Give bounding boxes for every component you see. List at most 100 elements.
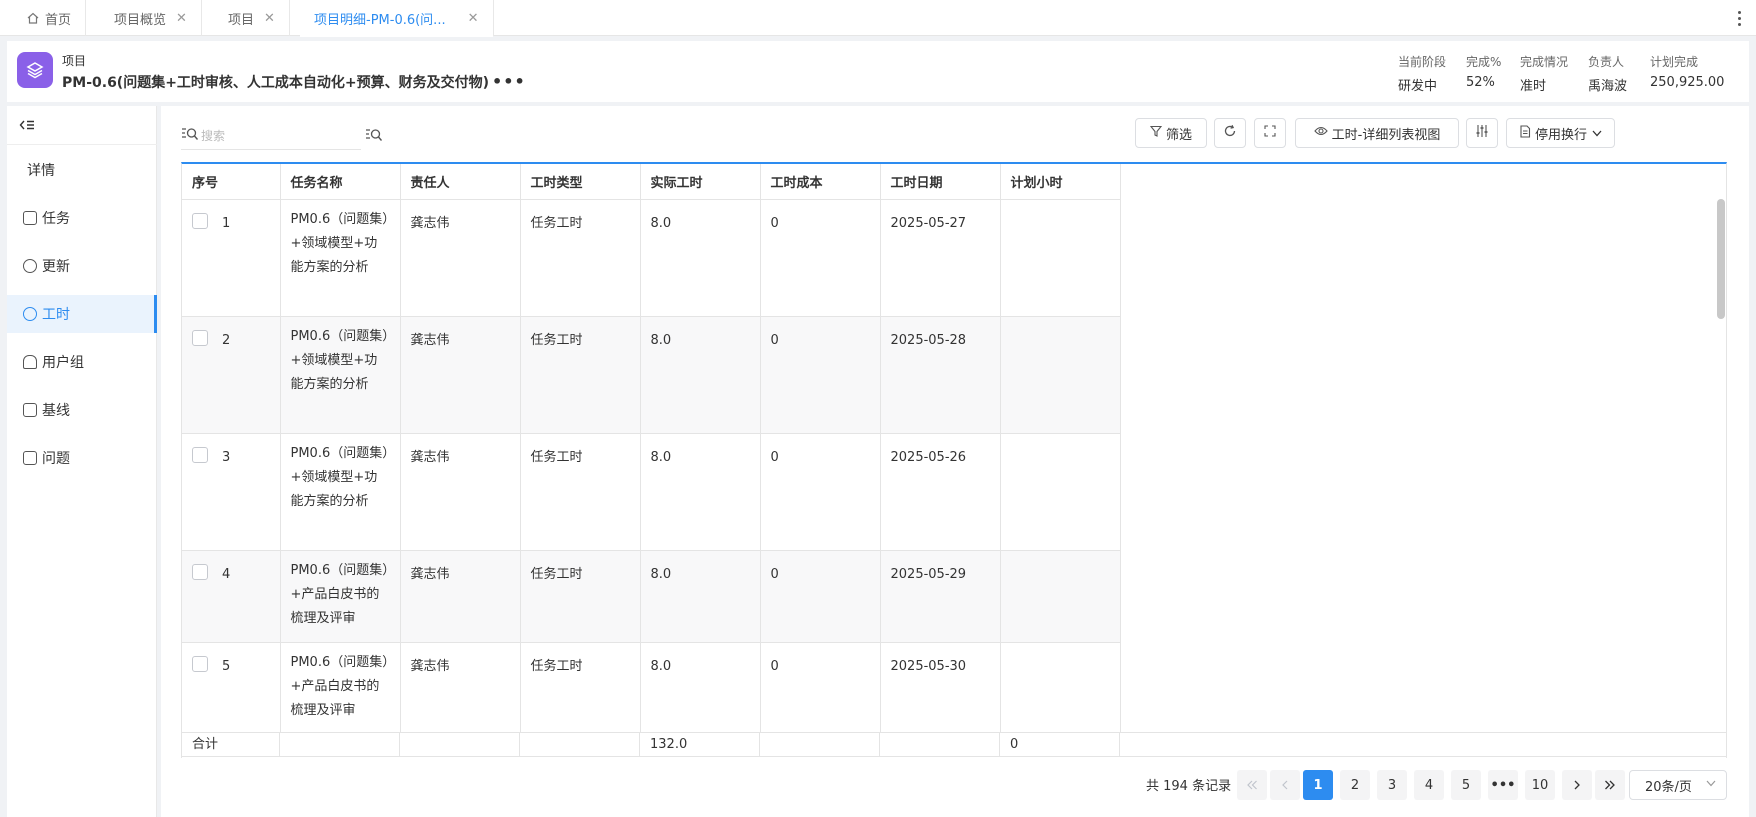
sidebar-item-issues[interactable]: 问题: [7, 439, 157, 477]
users-icon: [23, 355, 37, 369]
column-header[interactable]: 任务名称: [280, 164, 401, 200]
sidebar-item-timesheet[interactable]: 工时: [7, 295, 157, 333]
tab-home[interactable]: 首页: [12, 0, 87, 36]
table-row[interactable]: 5 PM0.6（问题集）+产品白皮书的梳理及评审 龚志伟 任务工时 8.0 0 …: [182, 642, 1121, 735]
sidebar-item-label: 用户组: [42, 355, 84, 371]
prev-page-icon[interactable]: [1270, 770, 1300, 800]
refresh-button[interactable]: [1214, 118, 1246, 148]
table-row[interactable]: 1 PM0.6（问题集）+领域模型+功能方案的分析 龚志伟 任务工时 8.0 0…: [182, 199, 1121, 317]
table-row[interactable]: 3 PM0.6（问题集）+领域模型+功能方案的分析 龚志伟 任务工时 8.0 0…: [182, 433, 1121, 551]
column-header[interactable]: 实际工时: [640, 164, 761, 200]
tab-label: 项目: [228, 12, 255, 28]
meta-value: 52%: [1466, 75, 1495, 90]
type-cell: 任务工时: [520, 433, 641, 551]
sidebar-item-details[interactable]: 详情: [7, 151, 157, 189]
fullscreen-button[interactable]: [1254, 118, 1286, 148]
column-header[interactable]: 责任人: [400, 164, 521, 200]
cost-cell: 0: [760, 433, 881, 551]
project-category: 项目: [62, 54, 87, 68]
column-settings-button[interactable]: [1466, 118, 1498, 148]
tab-project[interactable]: 项目 ✕: [214, 0, 290, 36]
tab-project-overview[interactable]: 项目概览 ✕: [100, 0, 202, 36]
row-checkbox[interactable]: [192, 447, 208, 463]
meta-value: 准时: [1520, 79, 1547, 94]
owner-cell: 龚志伟: [400, 316, 521, 434]
sidebar-item-baseline[interactable]: 基线: [7, 391, 157, 429]
close-icon[interactable]: ✕: [176, 11, 187, 26]
cost-cell: 0: [760, 642, 881, 735]
plan-hours-cell: [1000, 433, 1121, 551]
page-10[interactable]: 10: [1525, 770, 1555, 800]
column-header[interactable]: 序号: [182, 164, 281, 200]
date-cell: 2025-05-30: [880, 642, 1001, 735]
date-cell: 2025-05-28: [880, 316, 1001, 434]
meta-label: 完成情况: [1520, 55, 1569, 69]
meta-owner: 负责人 禹海波: [1588, 53, 1627, 94]
type-cell: 任务工时: [520, 199, 641, 317]
page-size-select[interactable]: 20条/页: [1629, 770, 1727, 800]
sidebar-item-label: 基线: [42, 403, 70, 419]
type-cell: 任务工时: [520, 642, 641, 735]
task-name-cell: PM0.6（问题集）+产品白皮书的梳理及评审: [280, 550, 401, 643]
page-4[interactable]: 4: [1414, 770, 1444, 800]
actual-hours-cell: 8.0: [640, 433, 761, 551]
task-icon: [23, 211, 37, 225]
more-horizontal-icon[interactable]: •••: [492, 72, 526, 91]
next-page-icon[interactable]: [1562, 770, 1592, 800]
row-checkbox[interactable]: [192, 330, 208, 346]
eye-icon: [1313, 125, 1328, 141]
table: 序号 任务名称 责任人 工时类型 实际工时 工时成本 工时日期 计划小时 1 P…: [182, 164, 1121, 735]
row-checkbox[interactable]: [192, 564, 208, 580]
plan-hours-cell: [1000, 550, 1121, 643]
table-row[interactable]: 4 PM0.6（问题集）+产品白皮书的梳理及评审 龚志伟 任务工时 8.0 0 …: [182, 550, 1121, 643]
total-row: 合计 132.0 0: [181, 732, 1727, 757]
type-cell: 任务工时: [520, 550, 641, 643]
sidebar-item-label: 任务: [42, 211, 70, 227]
main-content: 筛选 工时-详细列表视图 停用换行: [161, 106, 1749, 817]
column-header[interactable]: 工时日期: [880, 164, 1001, 200]
table-row[interactable]: 2 PM0.6（问题集）+领域模型+功能方案的分析 龚志伟 任务工时 8.0 0…: [182, 316, 1121, 434]
more-vertical-icon[interactable]: [1732, 8, 1746, 28]
sidebar-item-label: 更新: [42, 259, 70, 275]
row-checkbox[interactable]: [192, 213, 208, 229]
sidebar-item-updates[interactable]: 更新: [7, 247, 157, 285]
timesheet-table: 序号 任务名称 责任人 工时类型 实际工时 工时成本 工时日期 计划小时 1 P…: [181, 162, 1727, 758]
advanced-search-icon[interactable]: [365, 128, 383, 146]
view-label: 工时-详细列表视图: [1331, 127, 1441, 143]
search-input[interactable]: [201, 128, 351, 143]
filter-button[interactable]: 筛选: [1135, 118, 1207, 148]
sidebar-item-tasks[interactable]: 任务: [7, 199, 157, 237]
first-page-icon[interactable]: [1237, 770, 1267, 800]
project-name: PM-0.6(问题集+工时审核、人工成本自动化+预算、财务及交付物): [62, 75, 490, 91]
wrap-toggle-button[interactable]: 停用换行: [1506, 118, 1615, 148]
page-ellipsis[interactable]: •••: [1488, 770, 1518, 800]
date-cell: 2025-05-27: [880, 199, 1001, 317]
fullscreen-icon: [1264, 125, 1276, 141]
page-1[interactable]: 1: [1303, 770, 1333, 800]
close-icon[interactable]: ✕: [264, 11, 275, 26]
page-3[interactable]: 3: [1377, 770, 1407, 800]
refresh-icon: [1223, 124, 1237, 142]
last-page-icon[interactable]: [1595, 770, 1625, 800]
meta-complete-percent: 完成% 52%: [1466, 53, 1501, 90]
row-checkbox[interactable]: [192, 656, 208, 672]
view-select-button[interactable]: 工时-详细列表视图: [1295, 118, 1459, 148]
tab-project-detail[interactable]: 项目明细-PM-0.6(问... ✕: [300, 0, 494, 37]
vertical-scrollbar[interactable]: [1717, 199, 1725, 739]
collapse-left-icon[interactable]: [19, 118, 35, 136]
row-index: 3: [222, 449, 231, 465]
column-header[interactable]: 计划小时: [1000, 164, 1121, 200]
page-2[interactable]: 2: [1340, 770, 1370, 800]
page-5[interactable]: 5: [1451, 770, 1481, 800]
actual-hours-cell: 8.0: [640, 642, 761, 735]
close-icon[interactable]: ✕: [468, 11, 479, 26]
edit-icon: [23, 403, 37, 417]
chevron-down-icon: [1592, 127, 1602, 140]
row-index: 2: [222, 332, 231, 348]
sidebar-item-user-groups[interactable]: 用户组: [7, 343, 157, 381]
column-header[interactable]: 工时成本: [760, 164, 881, 200]
pagination-total: 共 194 条记录: [1146, 779, 1232, 794]
column-header[interactable]: 工时类型: [520, 164, 641, 200]
scrollbar-thumb[interactable]: [1717, 199, 1725, 319]
cost-cell: 0: [760, 199, 881, 317]
